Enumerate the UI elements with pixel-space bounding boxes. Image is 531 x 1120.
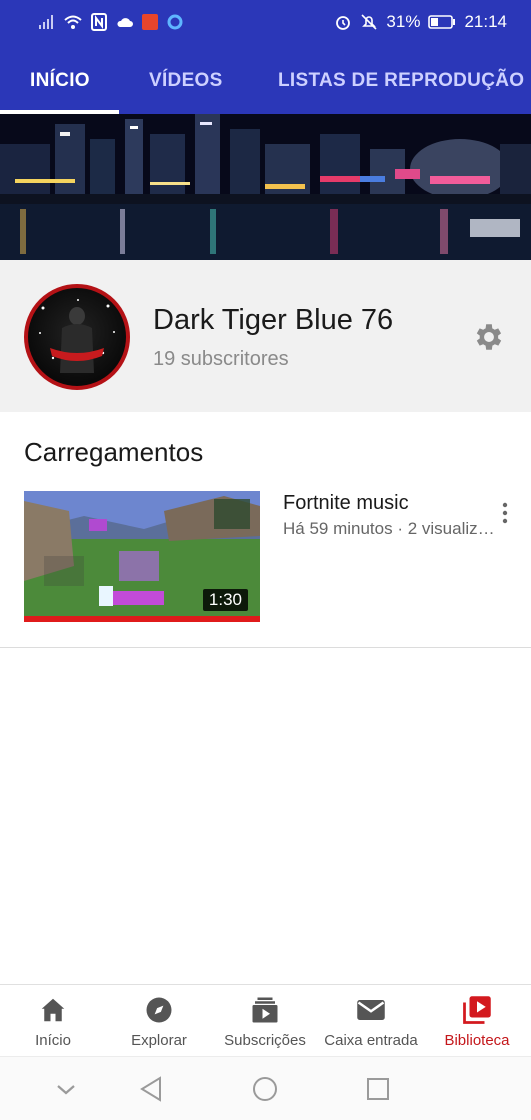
cloud-icon bbox=[117, 18, 133, 27]
library-icon bbox=[463, 996, 491, 1024]
nav-explore[interactable]: Explorar bbox=[106, 985, 212, 1057]
subscriptions-icon bbox=[252, 997, 278, 1023]
status-right: 31% 21:14 bbox=[334, 12, 507, 32]
bottom-navigation: Início Explorar Subscrições Caixa entrad… bbox=[0, 984, 531, 1056]
tab-videos[interactable]: VÍDEOS bbox=[149, 70, 223, 92]
nav-library[interactable]: Biblioteca bbox=[424, 985, 530, 1057]
nfc-icon bbox=[91, 13, 107, 31]
section-divider bbox=[0, 647, 531, 648]
video-meta: Há 59 minutos · 2 visualizações bbox=[283, 519, 501, 538]
channel-header: Dark Tiger Blue 76 19 subscritores bbox=[0, 260, 531, 412]
settings-gear-icon[interactable] bbox=[472, 320, 506, 354]
tab-playlists[interactable]: LISTAS DE REPRODUÇÃO bbox=[278, 70, 524, 92]
uploads-section-title: Carregamentos bbox=[24, 437, 204, 467]
nav-inbox[interactable]: Caixa entrada bbox=[318, 985, 424, 1057]
status-bar: 31% 21:14 bbox=[0, 0, 531, 44]
nav-subscriptions-label: Subscrições bbox=[224, 1032, 306, 1049]
video-title[interactable]: Fortnite music bbox=[283, 492, 409, 515]
clock-time: 21:14 bbox=[464, 12, 507, 31]
system-navigation-bar bbox=[0, 1056, 531, 1120]
battery-icon bbox=[428, 15, 456, 29]
status-left bbox=[38, 13, 184, 31]
channel-name: Dark Tiger Blue 76 bbox=[153, 304, 394, 336]
subscriber-count: 19 subscritores bbox=[153, 348, 289, 370]
channel-tabs: INÍCIO VÍDEOS LISTAS DE REPRODUÇÃO bbox=[0, 44, 531, 114]
more-options-icon[interactable] bbox=[494, 500, 516, 526]
signal-icon bbox=[39, 15, 53, 29]
nav-explore-label: Explorar bbox=[131, 1032, 187, 1049]
recents-square-icon[interactable] bbox=[364, 1075, 392, 1103]
compass-icon bbox=[146, 997, 172, 1023]
nav-library-label: Biblioteca bbox=[444, 1032, 510, 1049]
channel-avatar[interactable] bbox=[24, 284, 130, 390]
notification-app-icon bbox=[142, 14, 158, 30]
home-icon bbox=[41, 998, 65, 1022]
nav-home-label: Início bbox=[35, 1032, 71, 1049]
watch-progress-bar bbox=[24, 616, 260, 622]
wifi-icon bbox=[64, 15, 82, 29]
video-duration: 1:30 bbox=[202, 589, 248, 611]
nav-inbox-label: Caixa entrada bbox=[324, 1032, 418, 1049]
nav-home[interactable]: Início bbox=[0, 985, 106, 1057]
video-thumbnail[interactable]: 1:30 bbox=[24, 491, 260, 622]
circle-app-icon bbox=[167, 14, 183, 30]
back-triangle-icon[interactable] bbox=[138, 1075, 166, 1103]
home-circle-icon[interactable] bbox=[251, 1075, 279, 1103]
nav-subscriptions[interactable]: Subscrições bbox=[212, 985, 318, 1057]
avatar-image bbox=[39, 299, 115, 373]
banner-image bbox=[0, 114, 531, 260]
battery-percent: 31% bbox=[386, 12, 421, 31]
collapse-chevron-icon[interactable] bbox=[52, 1075, 80, 1103]
alarm-icon bbox=[336, 16, 351, 30]
muted-bell-icon bbox=[361, 14, 377, 30]
channel-banner bbox=[0, 114, 531, 260]
tab-home[interactable]: INÍCIO bbox=[30, 70, 90, 92]
inbox-icon bbox=[357, 1000, 385, 1020]
